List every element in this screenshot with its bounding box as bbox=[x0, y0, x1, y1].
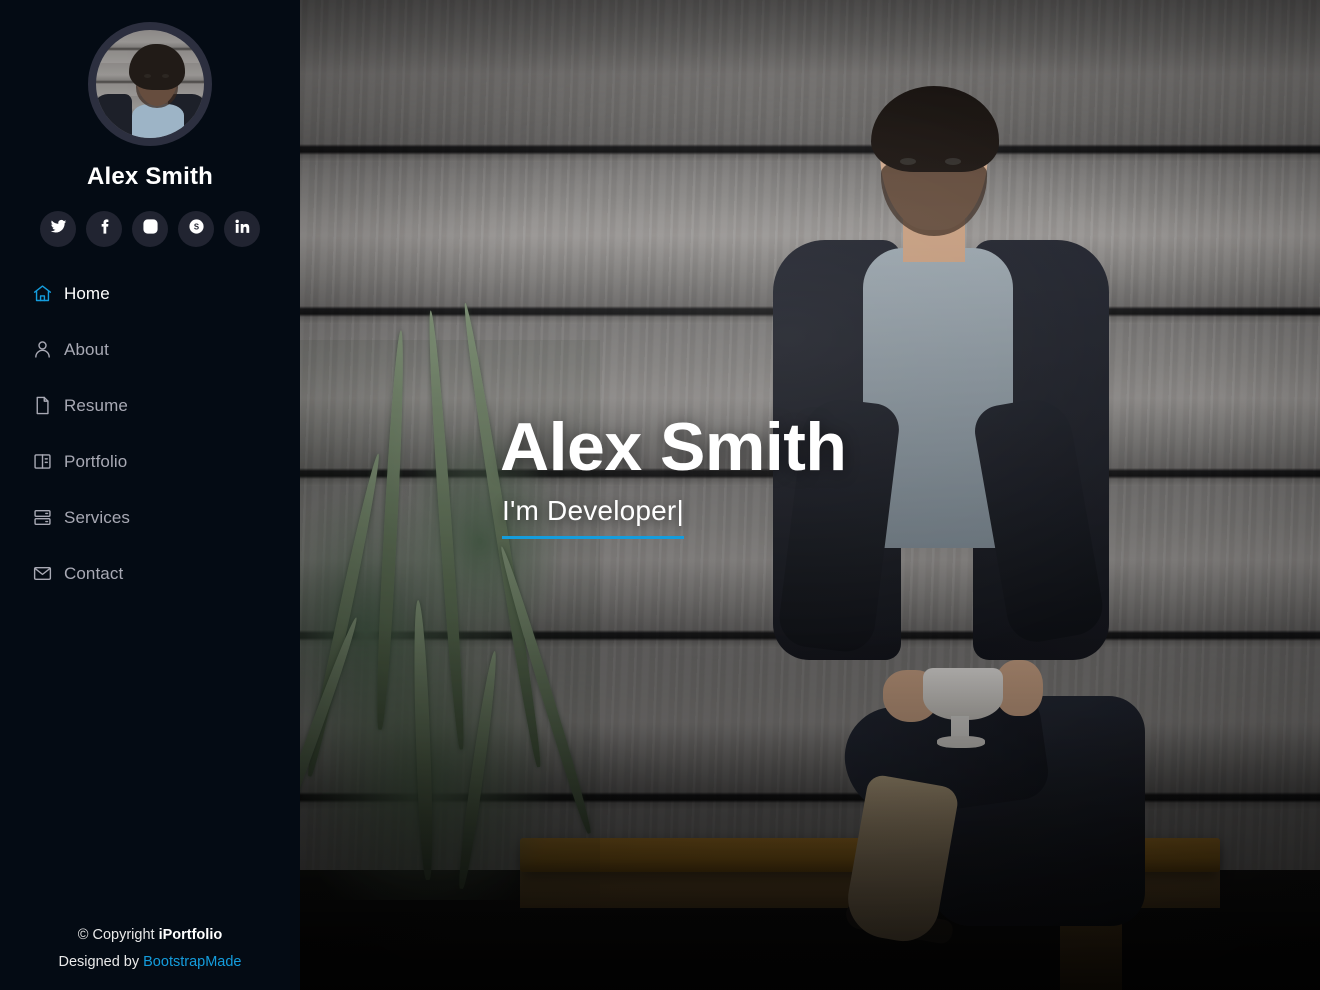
skype-icon: S bbox=[188, 218, 205, 240]
envelope-icon bbox=[31, 563, 53, 585]
sidebar-item-contact[interactable]: Contact bbox=[0, 556, 300, 591]
home-icon bbox=[31, 283, 53, 305]
hero-subtitle-wrap: I'm Developer| bbox=[500, 495, 846, 540]
portfolio-page: Alex Smith S Home About Resume Portfolio… bbox=[0, 0, 1320, 990]
server-icon bbox=[31, 507, 53, 529]
sidebar-footer: © Copyright iPortfolio Designed by Boots… bbox=[0, 922, 300, 976]
social-link-linkedin[interactable] bbox=[224, 211, 260, 247]
sidebar-item-resume[interactable]: Resume bbox=[0, 388, 300, 423]
credits: Designed by BootstrapMade bbox=[0, 949, 300, 976]
sidebar-item-about[interactable]: About bbox=[0, 332, 300, 367]
facebook-icon bbox=[96, 218, 113, 240]
credits-link[interactable]: BootstrapMade bbox=[143, 954, 241, 970]
hero-text-block: Alex Smith I'm Developer| bbox=[500, 409, 847, 540]
linkedin-icon bbox=[234, 218, 251, 240]
sidebar-item-label: Resume bbox=[64, 395, 128, 415]
sidebar-item-portfolio[interactable]: Portfolio bbox=[0, 444, 300, 479]
sidebar-profile-name: Alex Smith bbox=[86, 163, 214, 190]
sidebar-item-label: Portfolio bbox=[64, 451, 128, 471]
person-icon bbox=[31, 339, 53, 361]
copyright: © Copyright iPortfolio bbox=[0, 922, 300, 949]
avatar-photo bbox=[96, 30, 204, 138]
social-link-instagram[interactable] bbox=[132, 211, 168, 247]
social-link-skype[interactable]: S bbox=[178, 211, 214, 247]
sidebar-item-label: About bbox=[64, 339, 109, 359]
sidebar-item-label: Home bbox=[64, 283, 110, 303]
credits-prefix: Designed by bbox=[58, 954, 144, 971]
social-links: S bbox=[40, 211, 260, 247]
twitter-icon bbox=[50, 218, 67, 240]
hero-title: Alex Smith bbox=[500, 409, 847, 485]
copyright-prefix: © Copyright bbox=[77, 927, 159, 944]
avatar bbox=[88, 22, 212, 146]
social-link-facebook[interactable] bbox=[86, 211, 122, 247]
sidebar-nav: Home About Resume Portfolio Services Con… bbox=[0, 276, 300, 612]
sidebar-item-home[interactable]: Home bbox=[0, 276, 300, 311]
hero-section: Alex Smith I'm Developer| bbox=[300, 0, 1320, 990]
sidebar: Alex Smith S Home About Resume Portfolio… bbox=[0, 0, 300, 990]
sidebar-item-label: Services bbox=[64, 507, 130, 527]
file-icon bbox=[31, 395, 53, 417]
svg-text:S: S bbox=[193, 223, 198, 232]
sidebar-item-label: Contact bbox=[64, 563, 124, 583]
copyright-brand: iPortfolio bbox=[158, 927, 223, 944]
hero-subtitle-typed: I'm Developer| bbox=[502, 495, 684, 540]
instagram-icon bbox=[142, 218, 159, 240]
columns-icon bbox=[31, 451, 53, 473]
sidebar-item-services[interactable]: Services bbox=[0, 500, 300, 535]
social-link-twitter[interactable] bbox=[40, 211, 76, 247]
